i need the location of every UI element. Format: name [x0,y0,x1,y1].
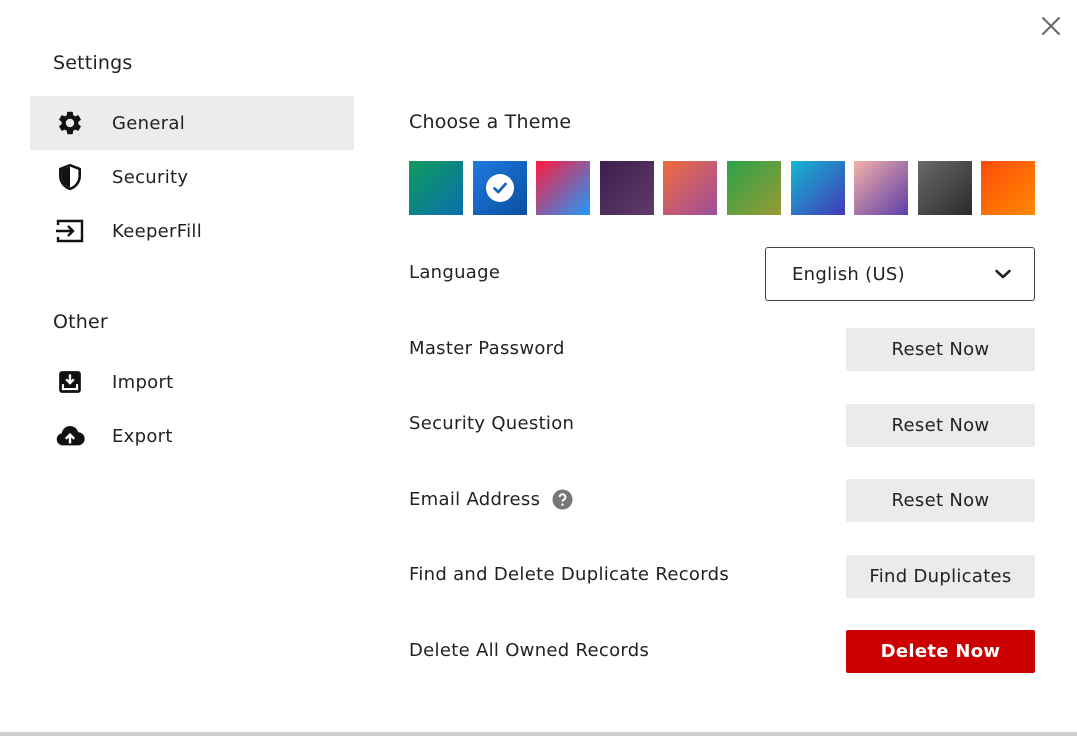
master-password-label: Master Password [409,338,565,359]
other-section-title: Other [53,311,108,333]
theme-swatch[interactable] [981,161,1035,215]
sidebar-item-security[interactable]: Security [30,150,354,204]
settings-main-panel: Choose a Theme Language English (US) Mas… [409,0,1035,736]
theme-swatch[interactable] [409,161,463,215]
settings-section-title: Settings [53,52,133,74]
bottom-divider [0,732,1077,736]
delete-all-records-label: Delete All Owned Records [409,640,650,661]
sidebar-item-import[interactable]: Import [30,355,354,409]
cloud-upload-icon [55,421,85,451]
theme-swatch[interactable] [790,161,845,215]
security-question-label: Security Question [409,413,575,434]
keeperfill-icon [55,216,85,246]
theme-swatch[interactable] [854,161,909,215]
theme-section-title: Choose a Theme [409,111,572,133]
sidebar-item-keeperfill[interactable]: KeeperFill [30,204,354,258]
reset-master-password-button[interactable]: Reset Now [846,328,1035,371]
import-icon [55,367,85,397]
theme-swatch-selected[interactable] [472,161,527,215]
gear-icon [55,108,85,138]
sidebar-item-general[interactable]: General [30,96,354,150]
sidebar-item-export[interactable]: Export [30,409,354,463]
reset-security-question-button[interactable]: Reset Now [846,404,1035,447]
theme-swatch[interactable] [727,161,781,215]
theme-swatch[interactable] [536,161,591,215]
sidebar-item-label: Security [112,166,189,188]
language-select[interactable]: English (US) [765,247,1035,301]
theme-swatch[interactable] [663,161,718,215]
sidebar-item-label: General [112,112,186,134]
help-icon[interactable] [552,489,573,510]
sidebar-item-label: KeeperFill [112,220,203,242]
email-address-label: Email Address [409,489,541,510]
check-icon [485,174,514,202]
theme-swatch[interactable] [599,161,654,215]
email-address-row: Email Address [409,489,573,510]
language-select-value: English (US) [792,263,905,285]
theme-swatch[interactable] [917,161,972,215]
find-duplicates-button[interactable]: Find Duplicates [846,555,1035,598]
chevron-down-icon [995,269,1011,279]
sidebar-item-label: Export [112,425,173,447]
language-label: Language [409,262,501,283]
shield-icon [55,162,85,192]
theme-swatch-list [409,161,1035,215]
sidebar: Settings General Security KeeperFill Oth… [0,0,354,736]
find-duplicates-label: Find and Delete Duplicate Records [409,564,729,585]
close-icon [1042,17,1060,35]
close-button[interactable] [1040,15,1062,37]
sidebar-item-label: Import [112,371,174,393]
delete-now-button[interactable]: Delete Now [846,630,1035,673]
reset-email-address-button[interactable]: Reset Now [846,479,1035,522]
